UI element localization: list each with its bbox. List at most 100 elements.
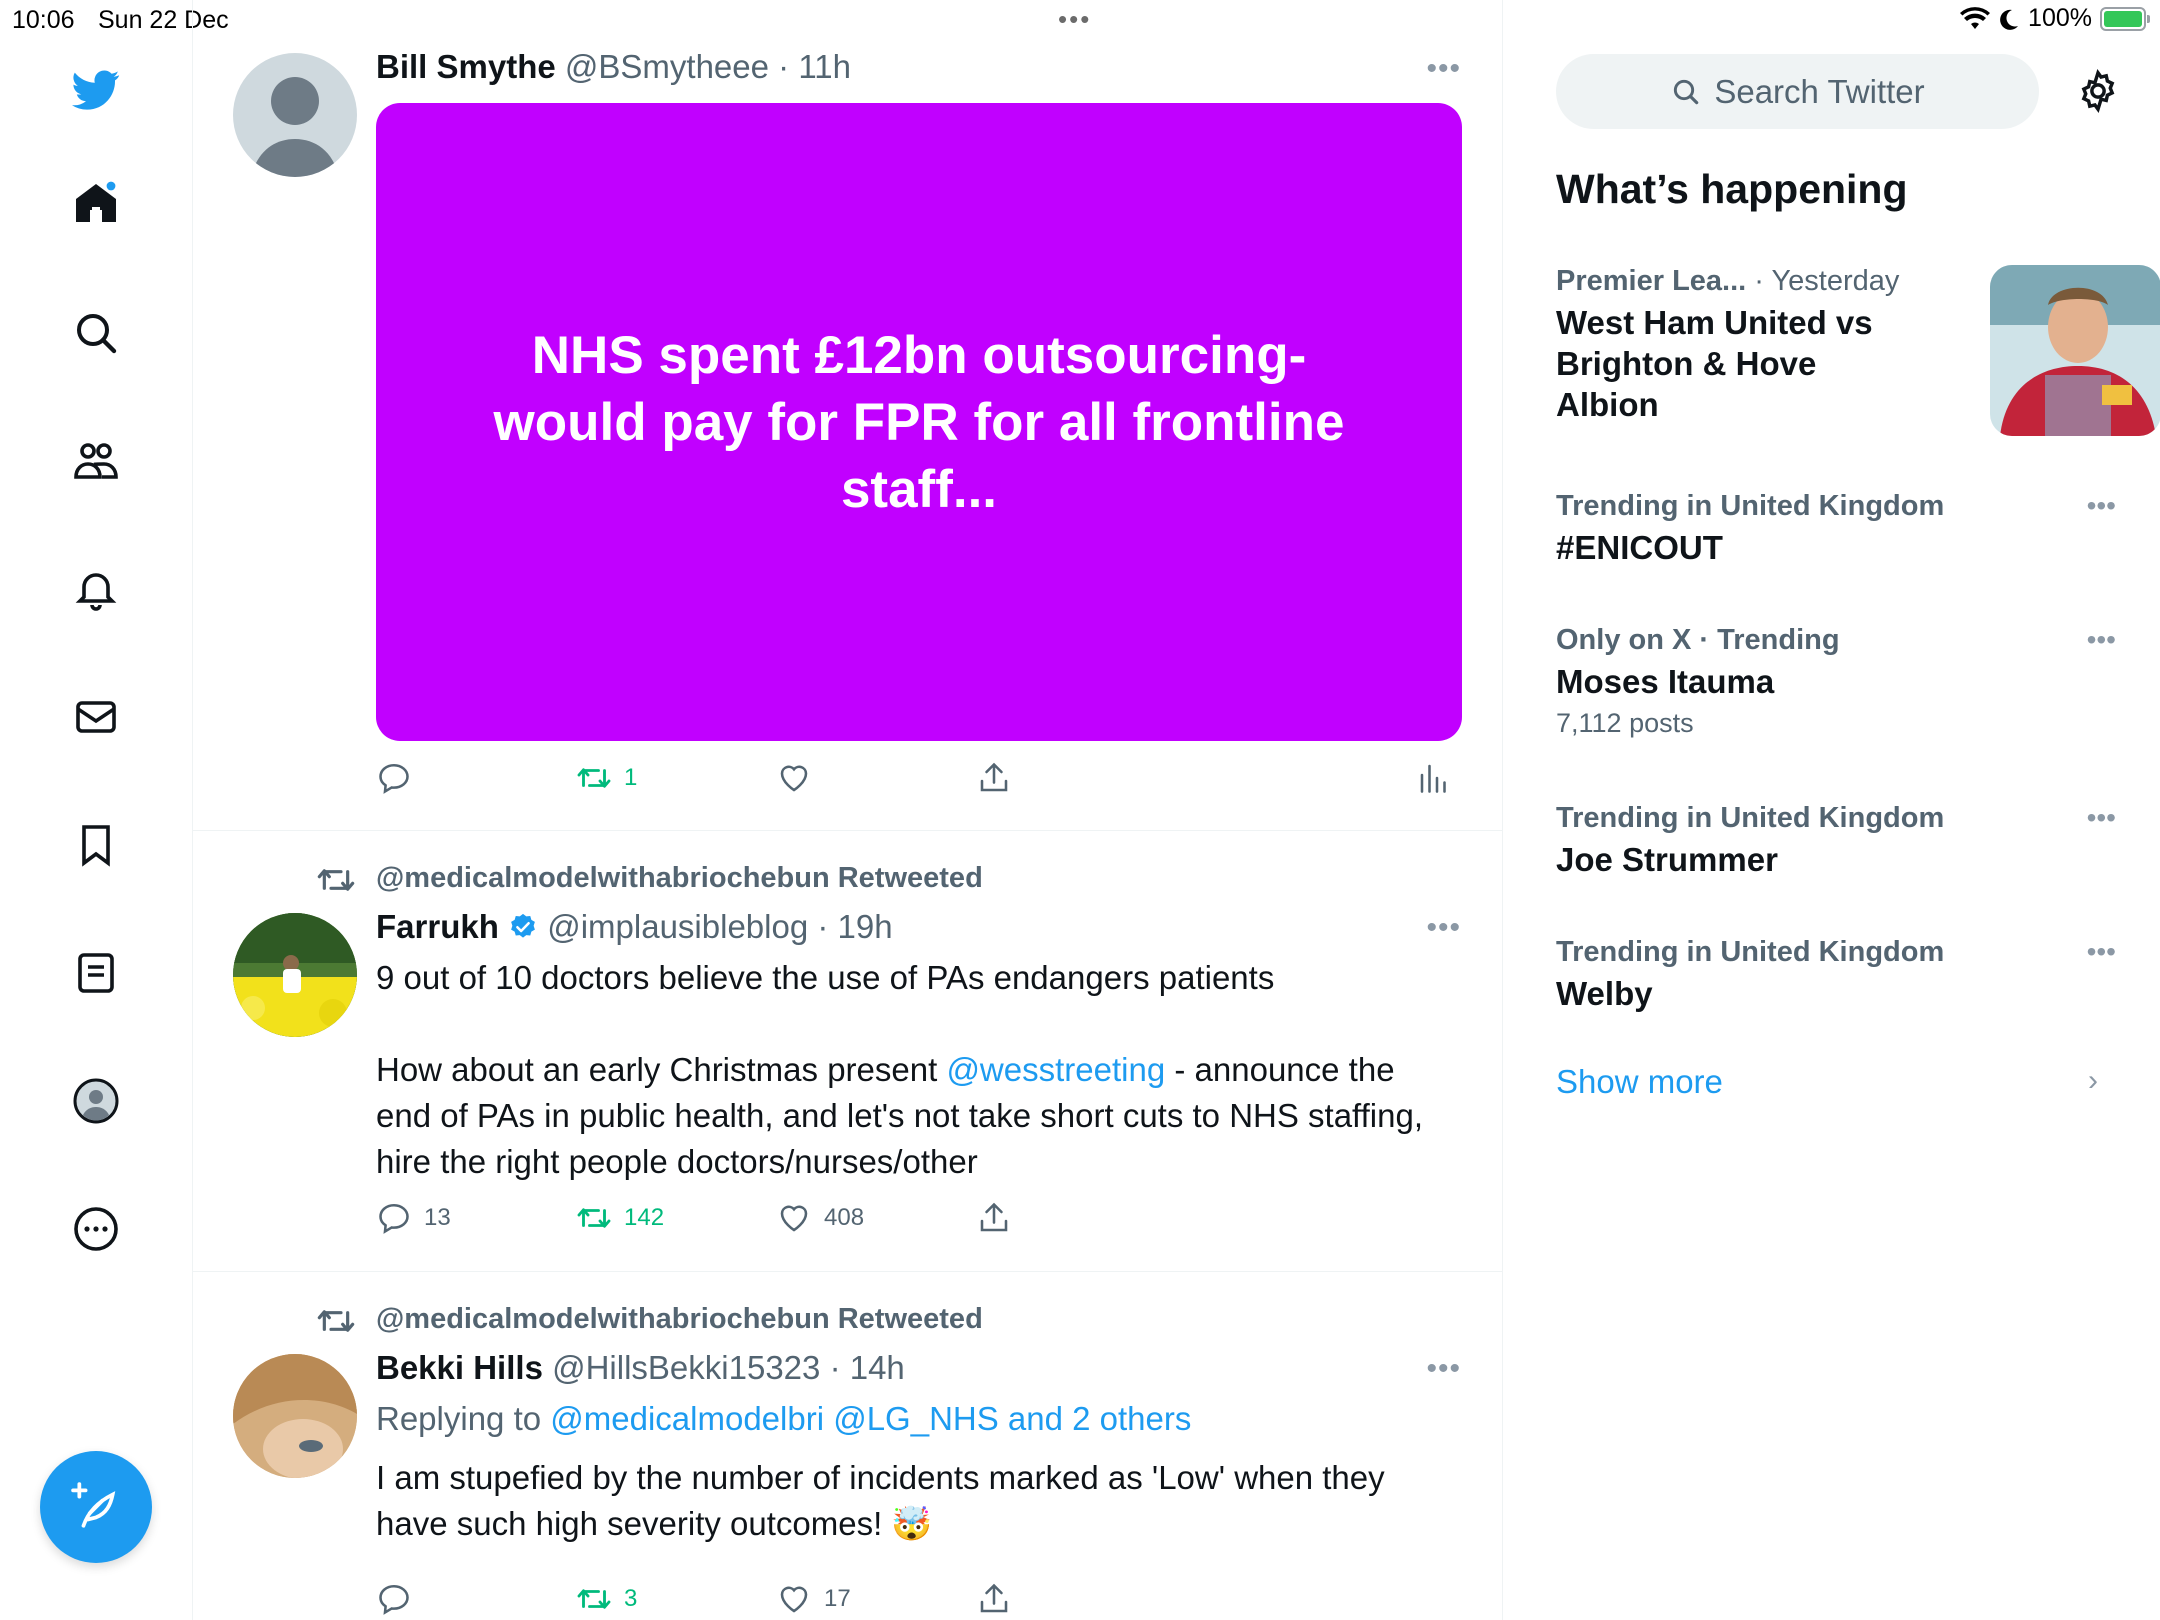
share-icon: [980, 762, 1008, 792]
trend-title: West Ham United vs Brighton & Hove Albio…: [1556, 304, 1873, 423]
avatar[interactable]: [233, 1354, 357, 1478]
verified-badge-icon: [511, 913, 535, 938]
author-handle[interactable]: @implausibleblog: [547, 908, 808, 945]
messages-icon[interactable]: [68, 689, 124, 745]
trend-category: Trending in United Kingdom: [1556, 936, 1945, 968]
retweet-button[interactable]: 3: [576, 1581, 637, 1617]
tweet-text-paragraph: How about an early Christmas present @we…: [376, 1047, 1446, 1185]
timeline[interactable]: Bill Smythe @BSmytheee · 11h ••• NHS spe…: [193, 0, 1503, 1620]
trend-title: #ENICOUT: [1556, 529, 1723, 566]
like-count: 17: [824, 1585, 851, 1612]
author-name[interactable]: Farrukh: [376, 908, 499, 945]
gear-icon: [2081, 68, 2115, 114]
share-button[interactable]: [976, 760, 1012, 796]
search-input[interactable]: Search Twitter: [1556, 54, 2039, 129]
share-icon: [980, 1583, 1008, 1613]
tweet-actions: 1: [376, 760, 1456, 804]
tweet-text-part: How about an early Christmas present: [376, 1051, 947, 1088]
notifications-icon[interactable]: [68, 561, 124, 617]
replying-to: Replying to @medicalmodelbri @LG_NHS and…: [376, 1396, 1446, 1442]
heart-icon: [780, 1586, 808, 1613]
whats-happening-heading: What’s happening: [1556, 166, 1908, 212]
retweet-count: 3: [624, 1585, 638, 1612]
like-button[interactable]: 408: [776, 1200, 864, 1236]
tweet-time[interactable]: · 19h: [817, 908, 892, 945]
compose-tweet-button[interactable]: [40, 1451, 152, 1563]
trend-item[interactable]: Only on X · Trending Moses Itauma 7,112 …: [1556, 624, 2116, 739]
more-icon[interactable]: [68, 1201, 124, 1257]
retweeted-by[interactable]: @medicalmodelwithabriochebun Retweeted: [376, 862, 983, 895]
tweet-text: 9 out of 10 doctors believe the use of P…: [376, 955, 1446, 1185]
retweet-icon: [577, 1589, 611, 1609]
tweet[interactable]: @medicalmodelwithabriochebun Retweeted F…: [193, 831, 1502, 1272]
reply-button[interactable]: 13: [376, 1200, 451, 1236]
retweeted-by[interactable]: @medicalmodelwithabriochebun Retweeted: [376, 1303, 983, 1336]
more-options-icon[interactable]: •••: [2087, 490, 2116, 522]
home-icon[interactable]: [68, 175, 124, 231]
tweet-header: Bekki Hills @HillsBekki15323 · 14h: [376, 1349, 905, 1387]
settings-button[interactable]: [2075, 68, 2121, 119]
more-options-icon[interactable]: •••: [1426, 52, 1461, 86]
lists-icon[interactable]: [68, 945, 124, 1001]
retweet-icon: [577, 1208, 611, 1228]
analytics-button[interactable]: [1416, 760, 1452, 796]
reply-icon: [379, 763, 409, 794]
search-icon: [1674, 79, 1699, 104]
tweet-media-card[interactable]: NHS spent £12bn outsourcing- would pay f…: [376, 103, 1462, 741]
like-button[interactable]: [776, 760, 812, 796]
more-options-icon[interactable]: •••: [2087, 802, 2116, 834]
share-button[interactable]: [976, 1200, 1012, 1236]
trend-context: Trending in United Kingdom: [1556, 802, 2116, 835]
tweet[interactable]: Bill Smythe @BSmytheee · 11h ••• NHS spe…: [193, 0, 1502, 831]
reply-button[interactable]: [376, 760, 412, 796]
tweet-time[interactable]: · 11h: [778, 48, 851, 85]
compose-icon: [71, 1482, 116, 1528]
tweet-header: Bill Smythe @BSmytheee · 11h: [376, 48, 851, 86]
trend-context: Trending in United Kingdom: [1556, 490, 2116, 523]
trend-category: Trending in United Kingdom: [1556, 802, 1945, 834]
show-more-link[interactable]: Show more: [1556, 1063, 1723, 1101]
author-handle[interactable]: @BSmytheee: [565, 48, 769, 85]
reply-icon: [379, 1203, 409, 1234]
author-name[interactable]: Bekki Hills: [376, 1349, 543, 1386]
trend-item[interactable]: Trending in United Kingdom Welby •••: [1556, 936, 2116, 1014]
tweet-text-line: 9 out of 10 doctors believe the use of P…: [376, 959, 1275, 996]
author-handle[interactable]: @HillsBekki15323: [552, 1349, 820, 1386]
like-count: 408: [824, 1204, 865, 1231]
more-options-icon[interactable]: •••: [2087, 624, 2116, 656]
trend-item[interactable]: Trending in United Kingdom #ENICOUT •••: [1556, 490, 2116, 568]
media-text: NHS spent £12bn outsourcing- would pay f…: [493, 325, 1345, 519]
trend-item[interactable]: Trending in United Kingdom Joe Strummer …: [1556, 802, 2116, 880]
tweet-time[interactable]: · 14h: [830, 1349, 905, 1386]
profile-icon[interactable]: [68, 1073, 124, 1129]
avatar[interactable]: [233, 913, 357, 1037]
more-options-icon[interactable]: •••: [2087, 936, 2116, 968]
communities-icon[interactable]: [68, 433, 124, 489]
avatar[interactable]: [233, 53, 357, 177]
reply-button[interactable]: [376, 1581, 412, 1617]
twitter-logo-icon[interactable]: [68, 62, 124, 118]
retweet-icon: [317, 1310, 355, 1332]
retweet-button[interactable]: 1: [576, 760, 637, 796]
bookmarks-icon[interactable]: [68, 817, 124, 873]
trend-title: Welby: [1556, 975, 1653, 1012]
author-name[interactable]: Bill Smythe: [376, 48, 556, 85]
share-button[interactable]: [976, 1581, 1012, 1617]
tweet[interactable]: @medicalmodelwithabriochebun Retweeted B…: [193, 1272, 1502, 1620]
replying-to-links[interactable]: @medicalmodelbri @LG_NHS and 2 others: [550, 1400, 1191, 1437]
mention-link[interactable]: @wesstreeting: [946, 1051, 1165, 1088]
trend-item[interactable]: Premier Lea... · Yesterday West Ham Unit…: [1556, 265, 2160, 436]
retweet-icon: [577, 768, 611, 788]
heart-icon: [780, 765, 808, 792]
chevron-right-icon[interactable]: ›: [2088, 1064, 2098, 1098]
search-icon[interactable]: [68, 305, 124, 361]
like-button[interactable]: 17: [776, 1581, 851, 1617]
share-icon: [980, 1202, 1008, 1232]
trend-image: [1990, 265, 2160, 436]
more-options-icon[interactable]: •••: [1426, 911, 1461, 945]
more-options-icon[interactable]: •••: [1426, 1352, 1461, 1386]
retweet-button[interactable]: 142: [576, 1200, 664, 1236]
left-navigation: [0, 0, 193, 1620]
reply-icon: [379, 1584, 409, 1615]
analytics-icon: [1420, 764, 1446, 793]
